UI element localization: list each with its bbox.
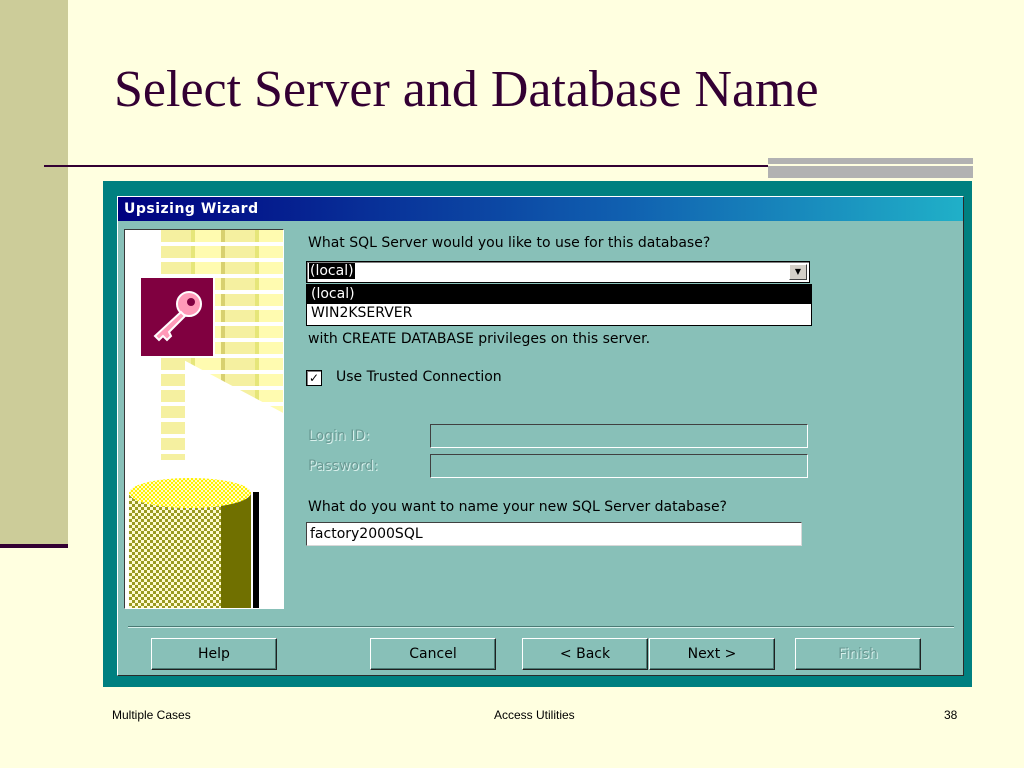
password-label: Password: [308, 458, 379, 474]
help-button[interactable]: Help [151, 638, 277, 670]
database-cylinder-icon [129, 492, 251, 608]
upsizing-wizard-dialog: Upsizing Wizard What SQL Server would yo… [117, 196, 964, 676]
dropdown-arrow-icon[interactable]: ▼ [789, 264, 807, 280]
screenshot-frame: Upsizing Wizard What SQL Server would yo… [103, 181, 972, 687]
wizard-illustration [124, 229, 284, 609]
key-icon [139, 276, 215, 358]
server-option-win2kserver[interactable]: WIN2KSERVER [307, 304, 811, 323]
server-dropdown-list[interactable]: (local) WIN2KSERVER [306, 284, 812, 326]
login-id-field[interactable] [430, 424, 808, 448]
trusted-connection-label[interactable]: Use Trusted Connection [336, 369, 502, 385]
database-cylinder-top [129, 478, 251, 508]
button-separator [128, 626, 954, 628]
title-divider-accent [768, 158, 973, 178]
footer-left: Multiple Cases [112, 708, 191, 722]
slide-side-band [0, 0, 68, 548]
next-button[interactable]: Next > [649, 638, 775, 670]
server-question-label: What SQL Server would you like to use fo… [308, 235, 710, 251]
server-question-text: What SQL Server would you like to use fo… [308, 235, 711, 251]
footer-center: Access Utilities [494, 708, 575, 722]
server-option-local[interactable]: (local) [307, 285, 811, 304]
db-name-value: factory2000SQL [310, 526, 423, 542]
database-cylinder-shadow [253, 492, 259, 608]
cancel-button[interactable]: Cancel [370, 638, 496, 670]
back-button[interactable]: < Back [522, 638, 648, 670]
finish-button[interactable]: Finish [795, 638, 921, 670]
server-selected-value: (local) [309, 263, 355, 279]
dialog-titlebar: Upsizing Wizard [118, 197, 963, 221]
password-field[interactable] [430, 454, 808, 478]
server-combobox[interactable]: (local) ▼ [306, 261, 810, 283]
privileges-text: with CREATE DATABASE privileges on this … [308, 331, 651, 347]
checkmark-icon: ✓ [308, 371, 320, 385]
slide-title: Select Server and Database Name [114, 61, 819, 118]
trusted-connection-checkbox[interactable]: ✓ [306, 370, 322, 386]
page-number: 38 [944, 708, 958, 722]
login-id-label: Login ID: [308, 428, 370, 444]
db-name-field[interactable]: factory2000SQL [306, 522, 802, 546]
slide-side-rule [0, 544, 68, 548]
db-name-question: What do you want to name your new SQL Se… [308, 499, 727, 515]
